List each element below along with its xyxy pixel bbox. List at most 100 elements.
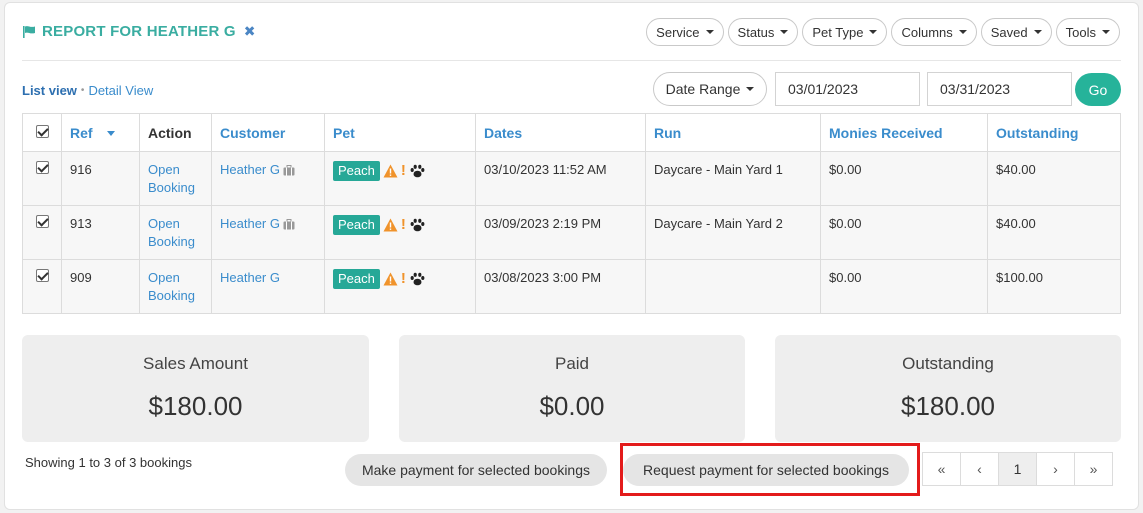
- action-cell: Open Booking: [139, 205, 212, 260]
- report-title-text: REPORT FOR HEATHER G: [42, 23, 236, 40]
- filter-pet-type[interactable]: Pet Type: [802, 18, 888, 46]
- col-outstanding[interactable]: Outstanding: [987, 113, 1121, 152]
- paw-icon: [410, 218, 425, 232]
- pet-cell: Peach!: [324, 151, 476, 206]
- report-panel: REPORT FOR HEATHER G ✖ Service Status Pe…: [4, 2, 1139, 510]
- run-cell: Daycare - Main Yard 2: [645, 205, 821, 260]
- date-range-dropdown[interactable]: Date Range: [653, 72, 767, 106]
- row-select-cell: [22, 205, 62, 260]
- close-icon[interactable]: ✖: [244, 23, 256, 40]
- row-checkbox[interactable]: [35, 161, 49, 174]
- received-cell: $0.00: [820, 151, 988, 206]
- first-page-button[interactable]: «: [922, 452, 961, 486]
- make-payment-button[interactable]: Make payment for selected bookings: [345, 454, 607, 486]
- report-title: REPORT FOR HEATHER G ✖: [22, 23, 256, 40]
- open-booking-link[interactable]: Open Booking: [148, 216, 195, 249]
- sales-amount-card: Sales Amount $180.00: [22, 335, 369, 442]
- detail-view-link[interactable]: Detail View: [88, 83, 153, 98]
- briefcase-icon: [283, 165, 295, 176]
- customer-cell: Heather G: [211, 151, 325, 206]
- received-cell: $0.00: [820, 259, 988, 314]
- sales-amount-value: $180.00: [148, 391, 243, 421]
- filter-saved[interactable]: Saved: [980, 18, 1052, 46]
- outstanding-label: Outstanding: [902, 354, 994, 373]
- ref-cell: 909: [61, 259, 140, 314]
- caret-down-icon: [958, 30, 967, 34]
- sales-amount-label: Sales Amount: [143, 354, 248, 373]
- action-cell: Open Booking: [139, 259, 212, 314]
- pet-badge[interactable]: Peach: [333, 161, 380, 181]
- col-monies-received[interactable]: Monies Received: [820, 113, 988, 152]
- prev-page-button[interactable]: ‹: [960, 452, 999, 486]
- paw-icon: [410, 272, 425, 286]
- next-page-button[interactable]: ›: [1036, 452, 1075, 486]
- col-action: Action: [139, 113, 212, 152]
- briefcase-icon: [283, 219, 295, 230]
- received-cell: $0.00: [820, 205, 988, 260]
- pet-cell: Peach!: [324, 259, 476, 314]
- row-checkbox[interactable]: [35, 269, 49, 282]
- bookings-table: Ref Action Customer Pet Dates Run Monies…: [22, 113, 1121, 314]
- flag-icon: [23, 25, 35, 38]
- list-view-link[interactable]: List view: [22, 83, 77, 98]
- select-all-cell: [22, 113, 62, 152]
- row-select-cell: [22, 151, 62, 206]
- col-dates[interactable]: Dates: [475, 113, 646, 152]
- filter-tools[interactable]: Tools: [1055, 18, 1120, 46]
- col-ref[interactable]: Ref: [61, 113, 140, 152]
- caret-down-icon: [746, 87, 755, 91]
- exclamation-icon: !: [400, 216, 406, 233]
- dates-cell: 03/10/2023 11:52 AM: [475, 151, 646, 206]
- start-date-input[interactable]: [775, 72, 920, 106]
- customer-link[interactable]: Heather G: [220, 270, 280, 285]
- exclamation-icon: !: [400, 162, 406, 179]
- last-page-button[interactable]: »: [1074, 452, 1113, 486]
- filter-columns[interactable]: Columns: [891, 18, 977, 46]
- sort-desc-icon: [106, 131, 115, 137]
- open-booking-link[interactable]: Open Booking: [148, 162, 195, 195]
- col-pet[interactable]: Pet: [324, 113, 476, 152]
- action-cell: Open Booking: [139, 151, 212, 206]
- customer-link[interactable]: Heather G: [220, 216, 280, 231]
- customer-link[interactable]: Heather G: [220, 162, 280, 177]
- ref-cell: 913: [61, 205, 140, 260]
- filter-service[interactable]: Service: [646, 18, 724, 46]
- exclamation-icon: !: [400, 270, 406, 287]
- pet-cell: Peach!: [324, 205, 476, 260]
- table-row: 916 Open Booking Heather G Peach! 03/10/2…: [22, 151, 1121, 206]
- select-all-checkbox[interactable]: [35, 124, 49, 138]
- view-toggle: List view • Detail View: [22, 83, 153, 98]
- caret-down-icon: [869, 30, 878, 34]
- caret-down-icon: [1033, 30, 1042, 34]
- pet-badge[interactable]: Peach: [333, 269, 380, 289]
- paid-card: Paid $0.00: [399, 335, 745, 442]
- page-1-button[interactable]: 1: [998, 452, 1037, 486]
- run-cell: Daycare - Main Yard 1: [645, 151, 821, 206]
- run-cell: [645, 259, 821, 314]
- view-separator: •: [80, 85, 85, 96]
- paw-icon: [410, 164, 425, 178]
- end-date-input[interactable]: [927, 72, 1072, 106]
- go-button[interactable]: Go: [1075, 73, 1121, 106]
- header-divider: [22, 60, 1121, 61]
- pagination: « ‹ 1 › »: [922, 452, 1113, 486]
- date-range-label: Date Range: [665, 81, 741, 97]
- col-customer[interactable]: Customer: [211, 113, 325, 152]
- outstanding-cell: $100.00: [987, 259, 1121, 314]
- filter-status[interactable]: Status: [727, 18, 799, 46]
- dates-cell: 03/09/2023 2:19 PM: [475, 205, 646, 260]
- col-run[interactable]: Run: [645, 113, 821, 152]
- warning-icon: [383, 164, 398, 178]
- outstanding-card: Outstanding $180.00: [775, 335, 1121, 442]
- pet-badge[interactable]: Peach: [333, 215, 380, 235]
- open-booking-link[interactable]: Open Booking: [148, 270, 195, 303]
- dates-cell: 03/08/2023 3:00 PM: [475, 259, 646, 314]
- row-checkbox[interactable]: [35, 215, 49, 228]
- caret-down-icon: [705, 30, 714, 34]
- warning-icon: [383, 272, 398, 286]
- outstanding-value: $180.00: [901, 391, 995, 421]
- showing-count: Showing 1 to 3 of 3 bookings: [25, 455, 192, 470]
- table-row: 913 Open Booking Heather G Peach! 03/09/2…: [22, 205, 1121, 260]
- outstanding-cell: $40.00: [987, 151, 1121, 206]
- customer-cell: Heather G: [211, 259, 325, 314]
